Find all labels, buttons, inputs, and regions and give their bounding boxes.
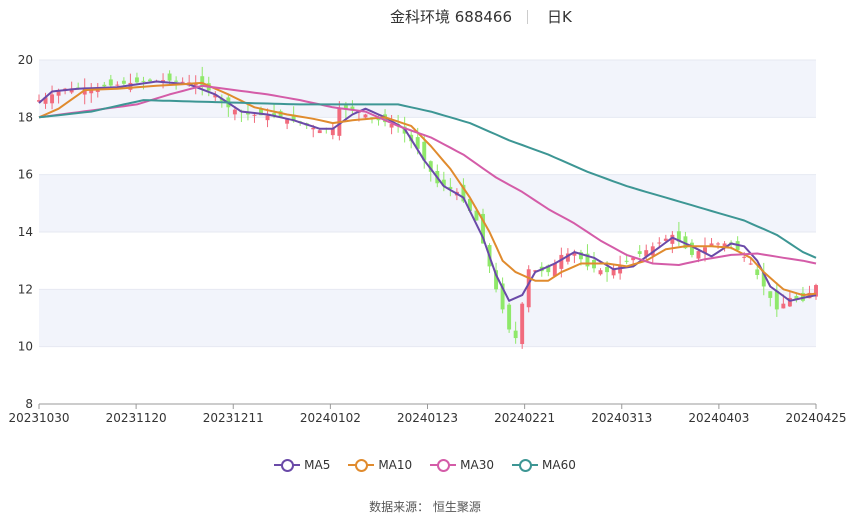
grid-band: [39, 174, 816, 232]
candlestick-chart: 8 10 12 14 16 18 20 20231030 20231120 20231211 202…: [8, 53, 846, 425]
legend-marker: [348, 458, 375, 472]
legend-marker-circle: [281, 459, 295, 472]
y-tick-label: 20: [18, 53, 33, 67]
legend[interactable]: MA5 MA10 MA30 MA60: [0, 458, 850, 472]
x-tick-label: 20240123: [397, 411, 458, 425]
candle-body: [232, 109, 237, 115]
candle-body: [781, 303, 786, 309]
legend-label: MA60: [542, 458, 576, 472]
candle-body: [167, 73, 172, 81]
legend-marker: [274, 458, 301, 472]
candle-body: [559, 254, 564, 269]
y-tick-label: 10: [18, 340, 33, 354]
candle-body: [252, 114, 257, 116]
candle-body: [605, 267, 610, 273]
y-tick-label: 8: [25, 397, 33, 411]
candle-body: [657, 242, 662, 244]
x-tick-label: 20231211: [203, 411, 264, 425]
candle-body: [174, 80, 179, 82]
candle-body: [56, 91, 61, 96]
legend-marker: [512, 458, 539, 472]
candle-body: [716, 243, 721, 245]
legend-item-ma10[interactable]: MA10: [348, 458, 412, 472]
data-source: 数据来源： 恒生聚源: [0, 498, 850, 515]
candle-body: [141, 80, 146, 82]
x-tick-label: 20240102: [300, 411, 361, 425]
legend-marker-circle: [519, 459, 533, 472]
candle-body: [748, 263, 753, 265]
candle-body: [50, 94, 55, 104]
legend-item-ma5[interactable]: MA5: [274, 458, 330, 472]
candle-body: [598, 270, 603, 275]
legend-label: MA30: [460, 458, 495, 472]
source-name: 恒生聚源: [432, 500, 481, 514]
candle-body: [689, 242, 694, 255]
y-tick-label: 14: [18, 225, 33, 239]
x-tick-label: 20240313: [591, 411, 652, 425]
candle-body: [134, 77, 139, 83]
candle-body: [180, 81, 185, 83]
candle-body: [755, 269, 760, 275]
grid-band: [39, 289, 816, 347]
legend-marker: [430, 458, 457, 472]
candle-body: [148, 79, 152, 82]
candle-body: [317, 130, 322, 134]
x-tick-label: 20231030: [8, 411, 69, 425]
x-tick-label: 20231120: [106, 411, 167, 425]
candle-body: [363, 114, 368, 118]
x-tick-label: 20240403: [688, 411, 749, 425]
y-tick-label: 12: [18, 282, 33, 296]
legend-item-ma30[interactable]: MA30: [430, 458, 494, 472]
candle-body: [768, 291, 773, 298]
y-tick-label: 18: [18, 110, 33, 124]
candle-body: [265, 115, 270, 121]
legend-label: MA10: [378, 458, 413, 472]
legend-label: MA5: [304, 458, 331, 472]
candle-body: [513, 330, 518, 339]
candle-body: [102, 84, 107, 87]
candle-body: [552, 263, 557, 277]
candle-body: [742, 256, 747, 258]
source-label: 数据来源：: [369, 500, 430, 514]
candle-body: [637, 251, 642, 254]
candle-body: [108, 79, 113, 86]
x-tick-label: 20240425: [785, 411, 846, 425]
candle-body: [774, 290, 779, 310]
candle-body: [526, 269, 531, 308]
y-tick-label: 16: [18, 168, 33, 182]
candle-body: [507, 304, 512, 330]
legend-marker-circle: [437, 459, 451, 472]
candle-body: [115, 84, 120, 86]
legend-marker-circle: [355, 459, 369, 472]
legend-item-ma60[interactable]: MA60: [512, 458, 576, 472]
candle-body: [696, 251, 701, 259]
x-tick-label: 20240221: [494, 411, 555, 425]
candle-body: [624, 260, 629, 262]
candle-body: [121, 80, 126, 84]
candle-body: [520, 303, 525, 345]
grid-band: [39, 60, 816, 118]
